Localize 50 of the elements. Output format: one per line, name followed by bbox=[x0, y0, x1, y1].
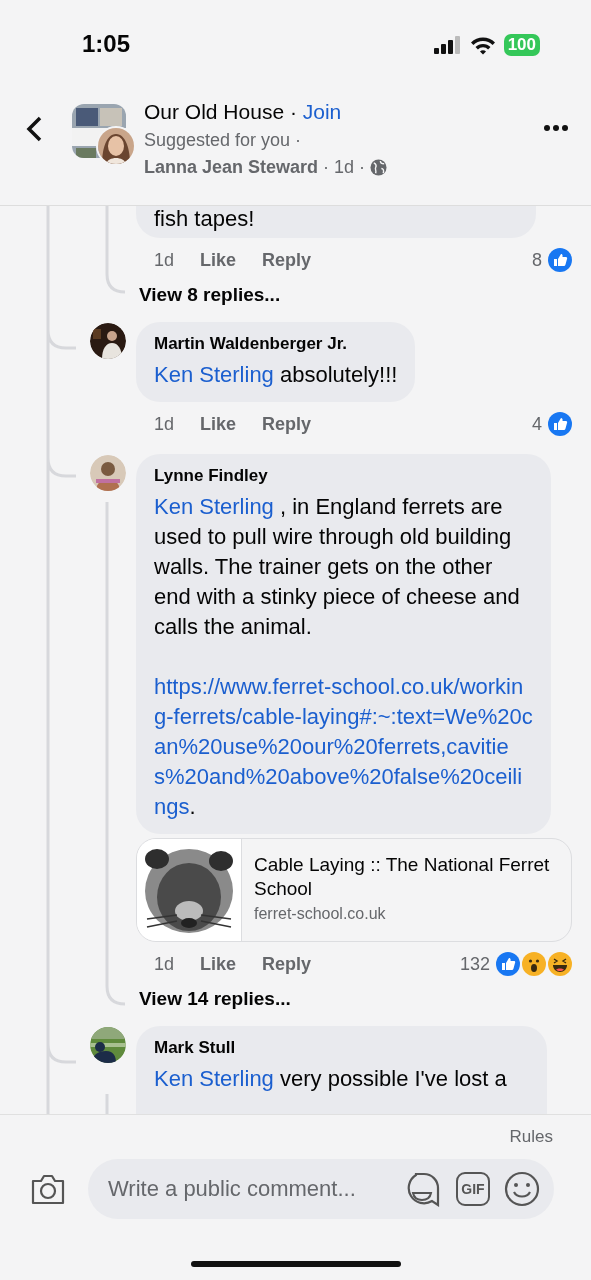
group-name[interactable]: Our Old House bbox=[144, 100, 285, 124]
view-replies-link[interactable]: View 8 replies... bbox=[139, 284, 281, 306]
like-button[interactable]: Like bbox=[200, 413, 237, 435]
thumbs-up-icon bbox=[496, 952, 520, 976]
rules-link[interactable]: Rules bbox=[509, 1127, 553, 1147]
like-button[interactable]: Like bbox=[200, 953, 237, 975]
comment-author[interactable]: Mark Stull bbox=[154, 1038, 529, 1058]
signal-icon bbox=[433, 36, 462, 54]
comment-text: Ken Sterling , in England ferrets are used to pull wire through old building walls. The trainer gets on the other end with a stinky piece of cheese and calls the animal. bbox=[154, 493, 521, 641]
comment-text: fish tapes! bbox=[154, 206, 256, 232]
mention-link[interactable]: Ken Sterling bbox=[154, 362, 274, 387]
post-meta: · 1d · bbox=[322, 157, 367, 178]
comment-text: Ken Sterling absolutely!!! bbox=[154, 361, 398, 389]
reaction-count: 4 bbox=[532, 413, 542, 435]
link-preview-card[interactable]: Cable Laying :: The National Ferret School ferret-school.co.uk bbox=[136, 838, 572, 942]
suggested-label: Suggested for you · bbox=[144, 130, 303, 151]
wifi-icon bbox=[469, 35, 496, 55]
post-author[interactable]: Lanna Jean Steward bbox=[144, 157, 319, 178]
camera-icon[interactable] bbox=[30, 1173, 66, 1205]
surprised-face-icon bbox=[522, 952, 546, 976]
reply-button[interactable]: Reply bbox=[262, 413, 312, 435]
mention-link[interactable]: Ken Sterling bbox=[154, 1066, 274, 1091]
like-button[interactable]: Like bbox=[200, 249, 237, 271]
reply-button[interactable]: Reply bbox=[262, 249, 312, 271]
comment-time: 1d bbox=[154, 953, 175, 975]
preview-title: Cable Laying :: The National Ferret School bbox=[254, 853, 551, 901]
more-icon[interactable] bbox=[543, 124, 569, 132]
reaction-count: 132 bbox=[459, 953, 490, 975]
battery-level: 100 bbox=[503, 34, 540, 56]
comment-author[interactable]: Lynne Findley bbox=[154, 466, 533, 486]
globe-icon bbox=[370, 159, 388, 176]
url-link[interactable]: https://www.ferret-school.co.uk/working-ferrets/cable-laying#:~:text=We%20can%20use%20our%20ferrets,cavities%20and%20above%20false%20ceilings. bbox=[154, 672, 533, 822]
comment-author[interactable]: Martin Waldenberger Jr. bbox=[154, 334, 398, 354]
comment-time: 1d bbox=[154, 413, 175, 435]
thumbs-up-icon bbox=[548, 412, 572, 436]
comment-time: 1d bbox=[154, 249, 175, 271]
mention-link[interactable]: Ken Sterling bbox=[154, 494, 274, 519]
thumbs-up-icon bbox=[548, 248, 572, 272]
comment-text: Ken Sterling very possible I've lost a bbox=[154, 1065, 508, 1093]
emoji-icon[interactable] bbox=[504, 1171, 540, 1207]
preview-domain: ferret-school.co.uk bbox=[254, 905, 387, 923]
join-link[interactable]: Join bbox=[302, 100, 342, 124]
reaction-count: 8 bbox=[532, 249, 542, 271]
view-replies-link[interactable]: View 14 replies... bbox=[139, 988, 291, 1010]
gif-icon[interactable]: GIF bbox=[456, 1172, 490, 1206]
separator-dot: · bbox=[288, 100, 298, 124]
laughing-face-icon bbox=[548, 952, 572, 976]
status-time: 1:05 bbox=[82, 30, 131, 58]
comment-field[interactable]: Write a public comment... GIF bbox=[88, 1159, 554, 1219]
reply-button[interactable]: Reply bbox=[262, 953, 312, 975]
